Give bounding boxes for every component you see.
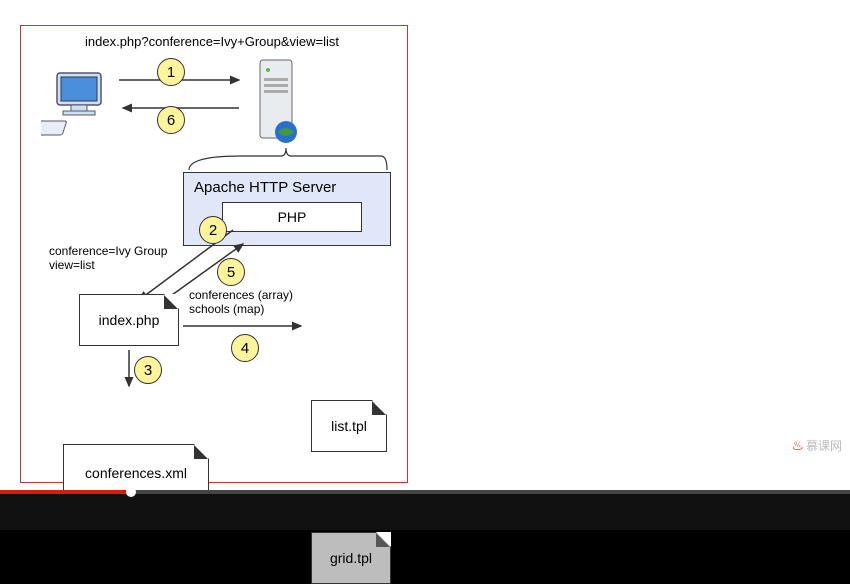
diagram-frame: index.php?conference=Ivy+Group&view=list xyxy=(20,25,408,483)
progress-fill xyxy=(0,490,131,494)
step-3-badge: 3 xyxy=(134,356,162,384)
video-controls-bar[interactable] xyxy=(0,494,850,530)
step-4-badge: 4 xyxy=(231,334,259,362)
apache-label: Apache HTTP Server xyxy=(194,179,380,196)
data-annotation: conferences (array) schools (map) xyxy=(189,288,293,317)
file-index-php: index.php xyxy=(79,294,179,346)
step-5-badge: 5 xyxy=(217,258,245,286)
request-url: index.php?conference=Ivy+Group&view=list xyxy=(85,34,339,49)
progress-thumb[interactable] xyxy=(126,487,136,497)
php-box: PHP xyxy=(222,202,362,232)
watermark: ♨ 慕课网 xyxy=(791,437,842,454)
progress-track[interactable] xyxy=(0,490,850,494)
client-computer-icon xyxy=(41,71,116,141)
file-grid-tpl: grid.tpl xyxy=(311,532,391,584)
request-params: conference=Ivy Group view=list xyxy=(49,244,167,273)
server-icon xyxy=(246,52,306,152)
step-2-badge: 2 xyxy=(199,216,227,244)
file-list-tpl: list.tpl xyxy=(311,400,387,452)
step-6-badge: 6 xyxy=(157,106,185,134)
flame-icon: ♨ xyxy=(791,437,804,454)
step-1-badge: 1 xyxy=(157,58,185,86)
video-frame: index.php?conference=Ivy+Group&view=list xyxy=(0,0,850,494)
